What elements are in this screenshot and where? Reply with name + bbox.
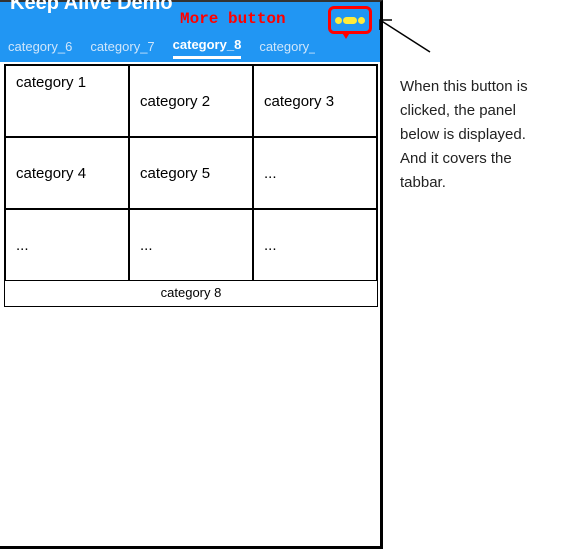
panel-cell[interactable]: category 5 bbox=[129, 137, 253, 209]
panel-cell[interactable]: ... bbox=[253, 137, 377, 209]
panel-cell[interactable]: ... bbox=[5, 209, 129, 281]
more-dot-icon bbox=[343, 17, 357, 24]
tab-category-8[interactable]: category_8 bbox=[173, 37, 242, 59]
app-header: Keep Alive Demo More button category_6 c… bbox=[0, 2, 380, 62]
annotation-line: tabbar. bbox=[400, 171, 560, 195]
annotation-line: clicked, the panel bbox=[400, 99, 560, 123]
panel-cell[interactable]: category 4 bbox=[5, 137, 129, 209]
tab-bar: category_6 category_7 category_8 categor… bbox=[0, 34, 380, 62]
annotation-text: When this button is clicked, the panel b… bbox=[400, 75, 560, 195]
panel-cell[interactable]: ... bbox=[253, 209, 377, 281]
annotation-line: When this button is bbox=[400, 75, 560, 99]
app-title: Keep Alive Demo bbox=[10, 0, 173, 15]
category-panel: category 1 category 2 category 3 categor… bbox=[4, 64, 378, 307]
tab-category-7[interactable]: category_7 bbox=[90, 39, 154, 58]
more-button[interactable] bbox=[328, 6, 372, 34]
more-button-annotation: More button bbox=[180, 10, 286, 28]
tab-category-6[interactable]: category_6 bbox=[8, 39, 72, 58]
more-dot-icon bbox=[358, 17, 365, 24]
panel-cell[interactable]: category 3 bbox=[253, 65, 377, 137]
more-dot-icon bbox=[335, 17, 342, 24]
panel-cell[interactable]: category 2 bbox=[129, 65, 253, 137]
panel-cell[interactable]: ... bbox=[129, 209, 253, 281]
annotation-line: below is displayed. bbox=[400, 123, 560, 147]
app-frame: Keep Alive Demo More button category_6 c… bbox=[0, 0, 383, 549]
panel-caption: category 8 bbox=[5, 281, 377, 306]
panel-cell[interactable]: category 1 bbox=[5, 65, 129, 137]
tab-category-9[interactable]: category_9 bbox=[259, 39, 315, 58]
annotation-line: And it covers the bbox=[400, 147, 560, 171]
